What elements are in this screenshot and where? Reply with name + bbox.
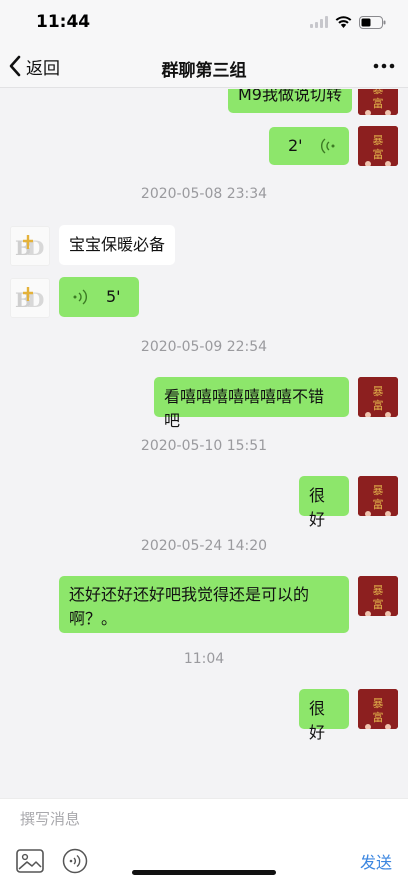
voice-message[interactable]: 2' [269, 127, 349, 165]
message-text-line: 啊？。 [69, 609, 118, 628]
message-bubble[interactable]: M9我做说切转 [228, 89, 352, 113]
wifi-icon [335, 16, 352, 28]
home-indicator [132, 870, 276, 875]
message-text: 很好 [309, 486, 326, 529]
svg-text:富: 富 [373, 147, 384, 161]
voice-duration: 5' [106, 287, 121, 306]
image-icon [16, 849, 44, 873]
avatar-image: 暴 富 [358, 89, 398, 115]
svg-text:D: D [27, 236, 44, 260]
contact-avatar[interactable]: B D [10, 226, 50, 266]
image-button[interactable] [16, 849, 44, 873]
message-timestamp: 2020-05-09 22:54 [140, 339, 268, 355]
svg-text:D: D [27, 288, 44, 312]
message-bubble[interactable]: 看嘻嘻嘻嘻嘻嘻嘻不错吧 [154, 377, 349, 430]
svg-text:暴: 暴 [373, 584, 384, 597]
message-text: M9我做说切转 [238, 89, 342, 104]
bd-logo-icon: B D [11, 227, 49, 265]
voice-icon [62, 848, 88, 874]
avatar-image: 暴 富 [358, 126, 398, 166]
message-input[interactable] [20, 807, 388, 831]
svg-text:富: 富 [373, 96, 384, 110]
my-avatar[interactable]: 暴 富 [358, 576, 398, 616]
message-timestamp: 2020-05-24 14:20 [140, 538, 268, 554]
voice-duration: 2' [288, 136, 303, 155]
message-timestamp: 2020-05-10 15:51 [140, 438, 268, 454]
more-icon [373, 63, 395, 69]
svg-text:富: 富 [373, 398, 384, 412]
svg-text:富: 富 [373, 597, 384, 611]
chat-title: 群聊第三组 [161, 61, 247, 81]
bd-logo-icon: B D [11, 279, 49, 317]
my-avatar[interactable]: 暴 富 [358, 126, 398, 166]
avatar-image: 暴 富 [358, 689, 398, 729]
svg-text:暴: 暴 [373, 89, 384, 96]
avatar-image: 暴 富 [358, 476, 398, 516]
status-time: 11:44 [36, 12, 91, 32]
message-bubble[interactable]: 很好 [299, 476, 349, 529]
message-timestamp: 11:04 [183, 651, 225, 667]
message-text: 看嘻嘻嘻嘻嘻嘻嘻不错吧 [164, 387, 325, 430]
message-text-line: 还好还好还好吧我觉得还是可以的 [69, 585, 310, 604]
my-avatar[interactable]: 暴 富 [358, 377, 398, 417]
signal-icon [310, 16, 328, 28]
message-text: 宝宝保暖必备 [69, 235, 166, 254]
voice-button[interactable] [62, 848, 88, 874]
svg-text:暴: 暴 [373, 484, 384, 497]
svg-text:暴: 暴 [373, 697, 384, 710]
my-avatar[interactable]: 暴 富 [358, 689, 398, 729]
voice-wave-icon [73, 289, 87, 305]
message-bubble[interactable]: 很好 [299, 689, 349, 742]
message-bubble[interactable]: 还好还好还好吧我觉得还是可以的 啊？。 [59, 576, 349, 633]
avatar-image: 暴 富 [358, 377, 398, 417]
my-avatar[interactable]: 暴 富 [358, 476, 398, 516]
send-button[interactable]: 发送 [360, 849, 392, 873]
message-text: 很好 [309, 699, 326, 742]
nav-bar: 返回 群聊第三组 [0, 44, 408, 88]
message-timestamp: 2020-05-08 23:34 [140, 186, 268, 202]
svg-text:暴: 暴 [373, 134, 384, 147]
avatar-image: 暴 富 [358, 576, 398, 616]
status-icons [310, 14, 386, 30]
message-bubble[interactable]: 宝宝保暖必备 [59, 225, 176, 265]
contact-avatar[interactable]: B D [10, 278, 50, 318]
svg-text:富: 富 [373, 710, 384, 724]
voice-wave-icon [321, 138, 335, 154]
chat-area[interactable]: M9我做说切转 暴 富 2' 暴 富 2020-05-08 23:34 B D … [0, 89, 408, 798]
voice-message[interactable]: 5' [59, 277, 139, 317]
battery-icon [359, 15, 386, 29]
more-button[interactable] [372, 54, 396, 78]
my-avatar[interactable]: 暴 富 [358, 89, 398, 115]
status-bar: 11:44 [0, 0, 408, 44]
svg-text:富: 富 [373, 497, 384, 511]
svg-text:暴: 暴 [373, 385, 384, 398]
